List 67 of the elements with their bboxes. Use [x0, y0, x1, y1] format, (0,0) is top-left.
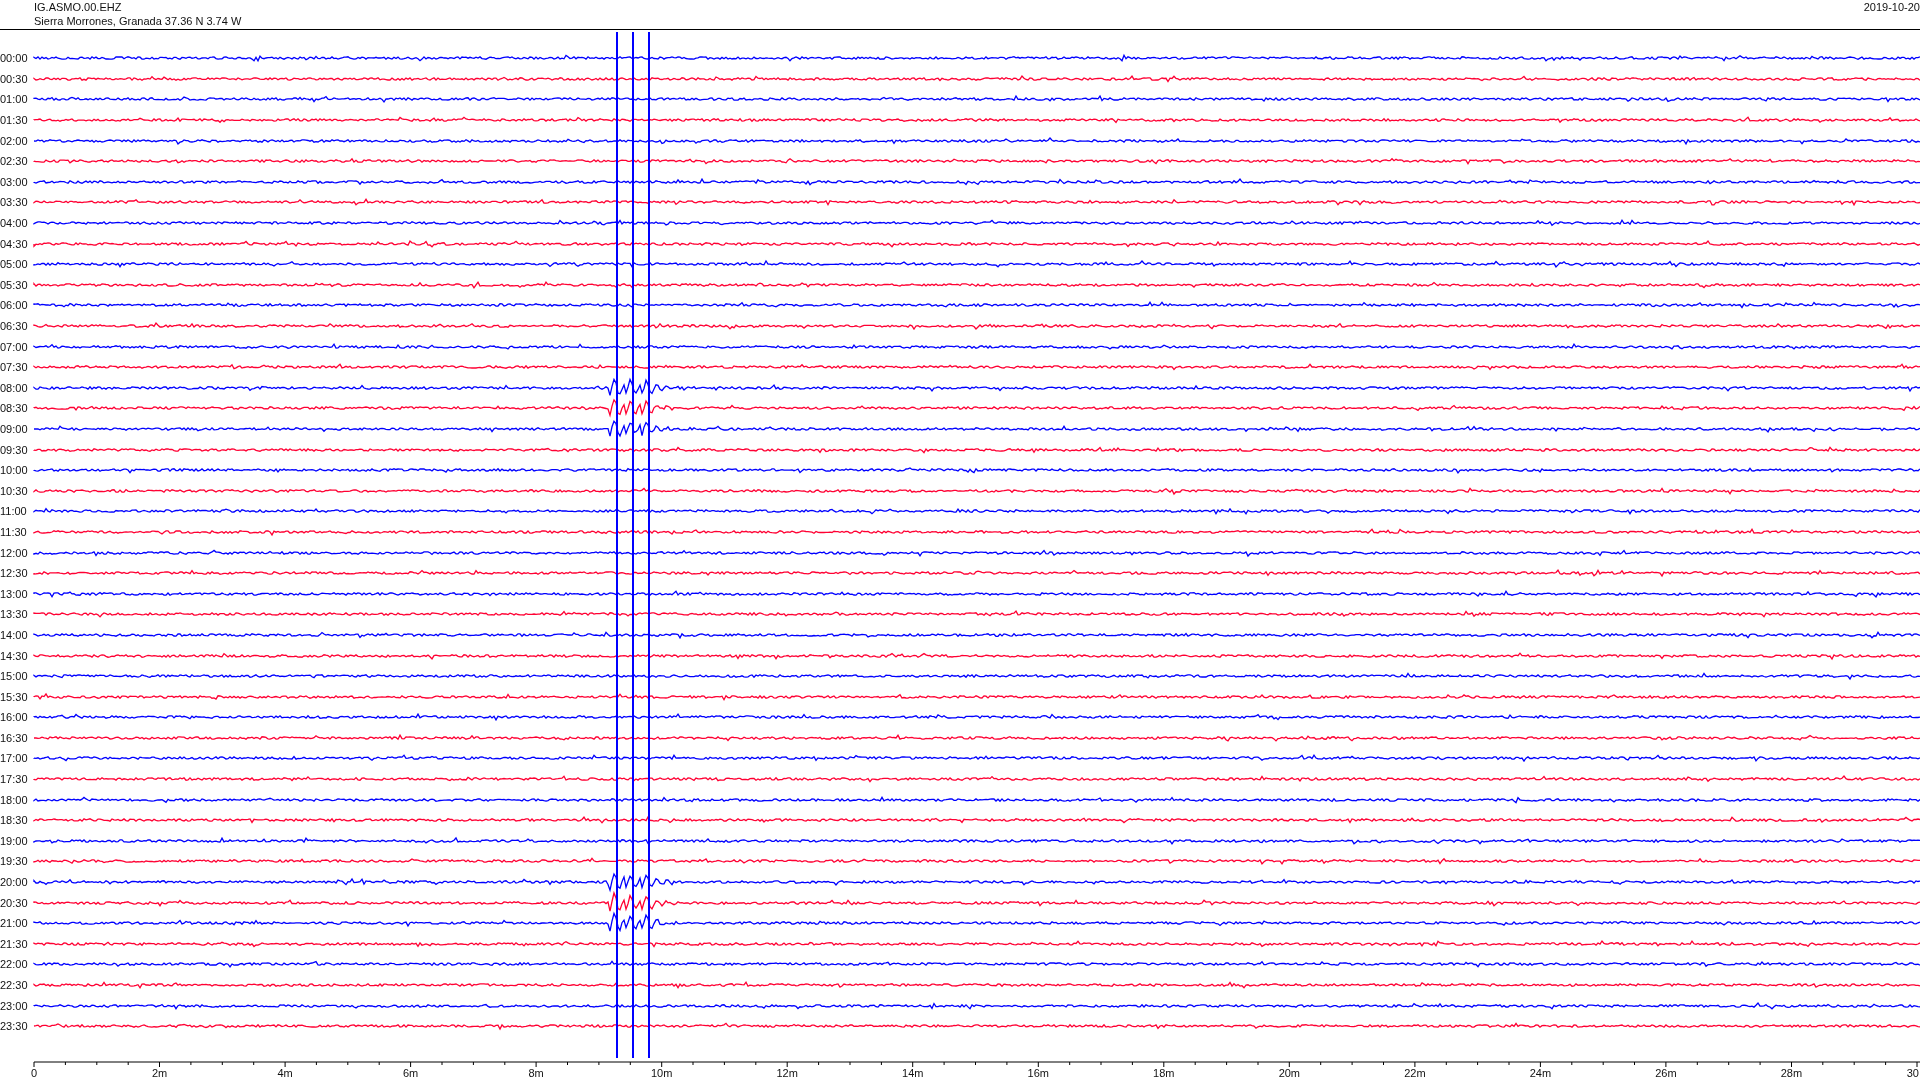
time-label: 04:30 [0, 237, 29, 250]
station-location: Sierra Morrones, Granada 37.36 N 3.74 W [34, 14, 242, 28]
time-label: 06:00 [0, 299, 29, 312]
axis-tick-label: 20m [1278, 1067, 1301, 1079]
time-label: 23:00 [0, 999, 29, 1012]
station-code: IG.ASMO.00.EHZ [34, 0, 123, 14]
time-label: 18:00 [0, 793, 29, 806]
time-label: 07:00 [0, 340, 29, 353]
time-label: 10:00 [0, 464, 29, 477]
time-label: 02:30 [0, 155, 29, 168]
time-label: 04:00 [0, 217, 29, 230]
axis-tick-label: 22m [1404, 1067, 1426, 1079]
axis-tick-label: 10m [650, 1067, 673, 1079]
time-label: 13:30 [0, 608, 29, 621]
axis-tick-label: 8m [528, 1067, 544, 1079]
time-label: 18:30 [0, 814, 29, 827]
time-label: 20:30 [0, 896, 29, 909]
time-label: 19:00 [0, 834, 29, 847]
axis-tick-label: 4m [277, 1067, 293, 1079]
time-label: 09:00 [0, 423, 29, 435]
axis-tick-label: 6m [402, 1067, 419, 1079]
time-label: 21:00 [0, 917, 29, 930]
time-label: 13:00 [0, 587, 29, 600]
time-label: 01:00 [0, 93, 29, 106]
axis-tick-label: 26m [1655, 1067, 1677, 1079]
time-label: 16:00 [0, 711, 29, 724]
time-label: 19:30 [0, 855, 29, 868]
time-label: 23:30 [0, 1020, 29, 1033]
time-label: 02:00 [0, 134, 29, 147]
time-label: 12:00 [0, 546, 29, 559]
time-label: 03:30 [0, 196, 29, 209]
time-label: 11:30 [0, 525, 28, 538]
time-label: 21:30 [0, 937, 29, 950]
time-label: 20:00 [0, 876, 29, 889]
time-label: 15:30 [0, 690, 29, 703]
axis-tick-label: 2m [151, 1067, 168, 1079]
time-label: 07:30 [0, 361, 29, 374]
axis-tick-label: 16m [1027, 1067, 1049, 1079]
axis-tick-label: 14m [902, 1067, 924, 1079]
time-label: 10:30 [0, 484, 29, 497]
time-label: 22:00 [0, 958, 29, 971]
time-label: 15:00 [0, 670, 29, 683]
time-label: 03:00 [0, 175, 29, 188]
time-label: 06:30 [0, 320, 29, 332]
time-label: 17:30 [0, 773, 29, 786]
time-label: 08:00 [0, 381, 29, 394]
axis-tick-label: 24m [1529, 1067, 1552, 1079]
time-label: 05:00 [0, 258, 29, 271]
time-label: 22:30 [0, 979, 29, 991]
axis-tick-label: 30 [1906, 1067, 1919, 1079]
time-label: 11:00 [0, 505, 28, 518]
time-label: 00:30 [0, 72, 29, 85]
time-label: 14:00 [0, 628, 29, 641]
plot-date: 2019-10-20 [1863, 0, 1920, 14]
axis-tick-label: 12m [776, 1067, 798, 1079]
time-label: 05:30 [0, 278, 29, 291]
time-label: 14:30 [0, 649, 29, 662]
axis-tick-label: 18m [1153, 1067, 1175, 1079]
time-label: 01:30 [0, 114, 29, 127]
time-label: 16:30 [0, 731, 29, 744]
time-label: 00:00 [0, 52, 29, 65]
axis-tick-label: 28m [1780, 1067, 1803, 1079]
time-label: 12:30 [0, 567, 29, 580]
axis-tick-label: 0 [30, 1067, 38, 1079]
time-label: 09:30 [0, 443, 29, 456]
time-label: 17:00 [0, 752, 29, 765]
time-label: 08:30 [0, 402, 29, 415]
